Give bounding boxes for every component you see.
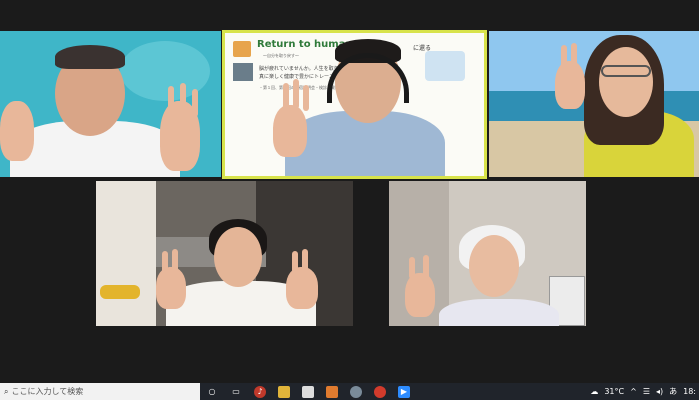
chevron-up-icon[interactable]: ^ xyxy=(630,387,637,396)
network-icon[interactable]: ☰ xyxy=(643,387,650,396)
glasses-icon xyxy=(601,65,651,77)
volume-icon[interactable]: ◂) xyxy=(656,387,663,396)
weather-icon[interactable]: ☁ xyxy=(590,387,598,396)
video-tile-participant-5[interactable] xyxy=(389,181,586,326)
media-player-icon[interactable] xyxy=(326,385,338,398)
zoom-app-icon[interactable]: ▶ xyxy=(398,385,410,398)
ime-indicator[interactable]: あ xyxy=(669,386,677,397)
chrome-icon[interactable] xyxy=(374,385,386,398)
paint-icon[interactable] xyxy=(350,385,362,398)
participant-2-video xyxy=(225,33,484,176)
flowers xyxy=(100,285,140,299)
participant-1-video xyxy=(0,31,221,177)
video-tile-active-speaker[interactable]: Return to human 〜自分を取り戻す〜 脳が疲れていませんか。人生を… xyxy=(222,30,487,179)
store-icon[interactable] xyxy=(302,385,314,398)
taskbar-search-box[interactable]: ⌕ ここに入力して検索 xyxy=(0,383,200,400)
participant-4-video xyxy=(96,181,353,326)
file-explorer-icon[interactable] xyxy=(278,385,290,398)
video-tile-participant-4[interactable] xyxy=(96,181,353,326)
music-app-icon[interactable]: ♪ xyxy=(254,385,266,398)
search-icon: ⌕ xyxy=(4,386,9,396)
system-tray: ☁ 31°C ^ ☰ ◂) あ 18: xyxy=(587,383,699,400)
participant-3-video xyxy=(489,31,699,177)
weather-temperature[interactable]: 31°C xyxy=(604,387,624,396)
search-button-icon[interactable]: ○ xyxy=(206,386,218,398)
video-tile-participant-3[interactable] xyxy=(489,31,699,177)
participant-5-video xyxy=(389,181,586,326)
clock[interactable]: 18: xyxy=(683,387,696,396)
search-placeholder: ここに入力して検索 xyxy=(11,387,84,396)
video-tile-participant-1[interactable] xyxy=(0,31,221,177)
windows-taskbar: ⌕ ここに入力して検索 ○ ▭ ♪ ▶ ☁ 31°C ^ ☰ ◂) あ 18: xyxy=(0,383,699,400)
task-view-icon[interactable]: ▭ xyxy=(230,386,242,398)
